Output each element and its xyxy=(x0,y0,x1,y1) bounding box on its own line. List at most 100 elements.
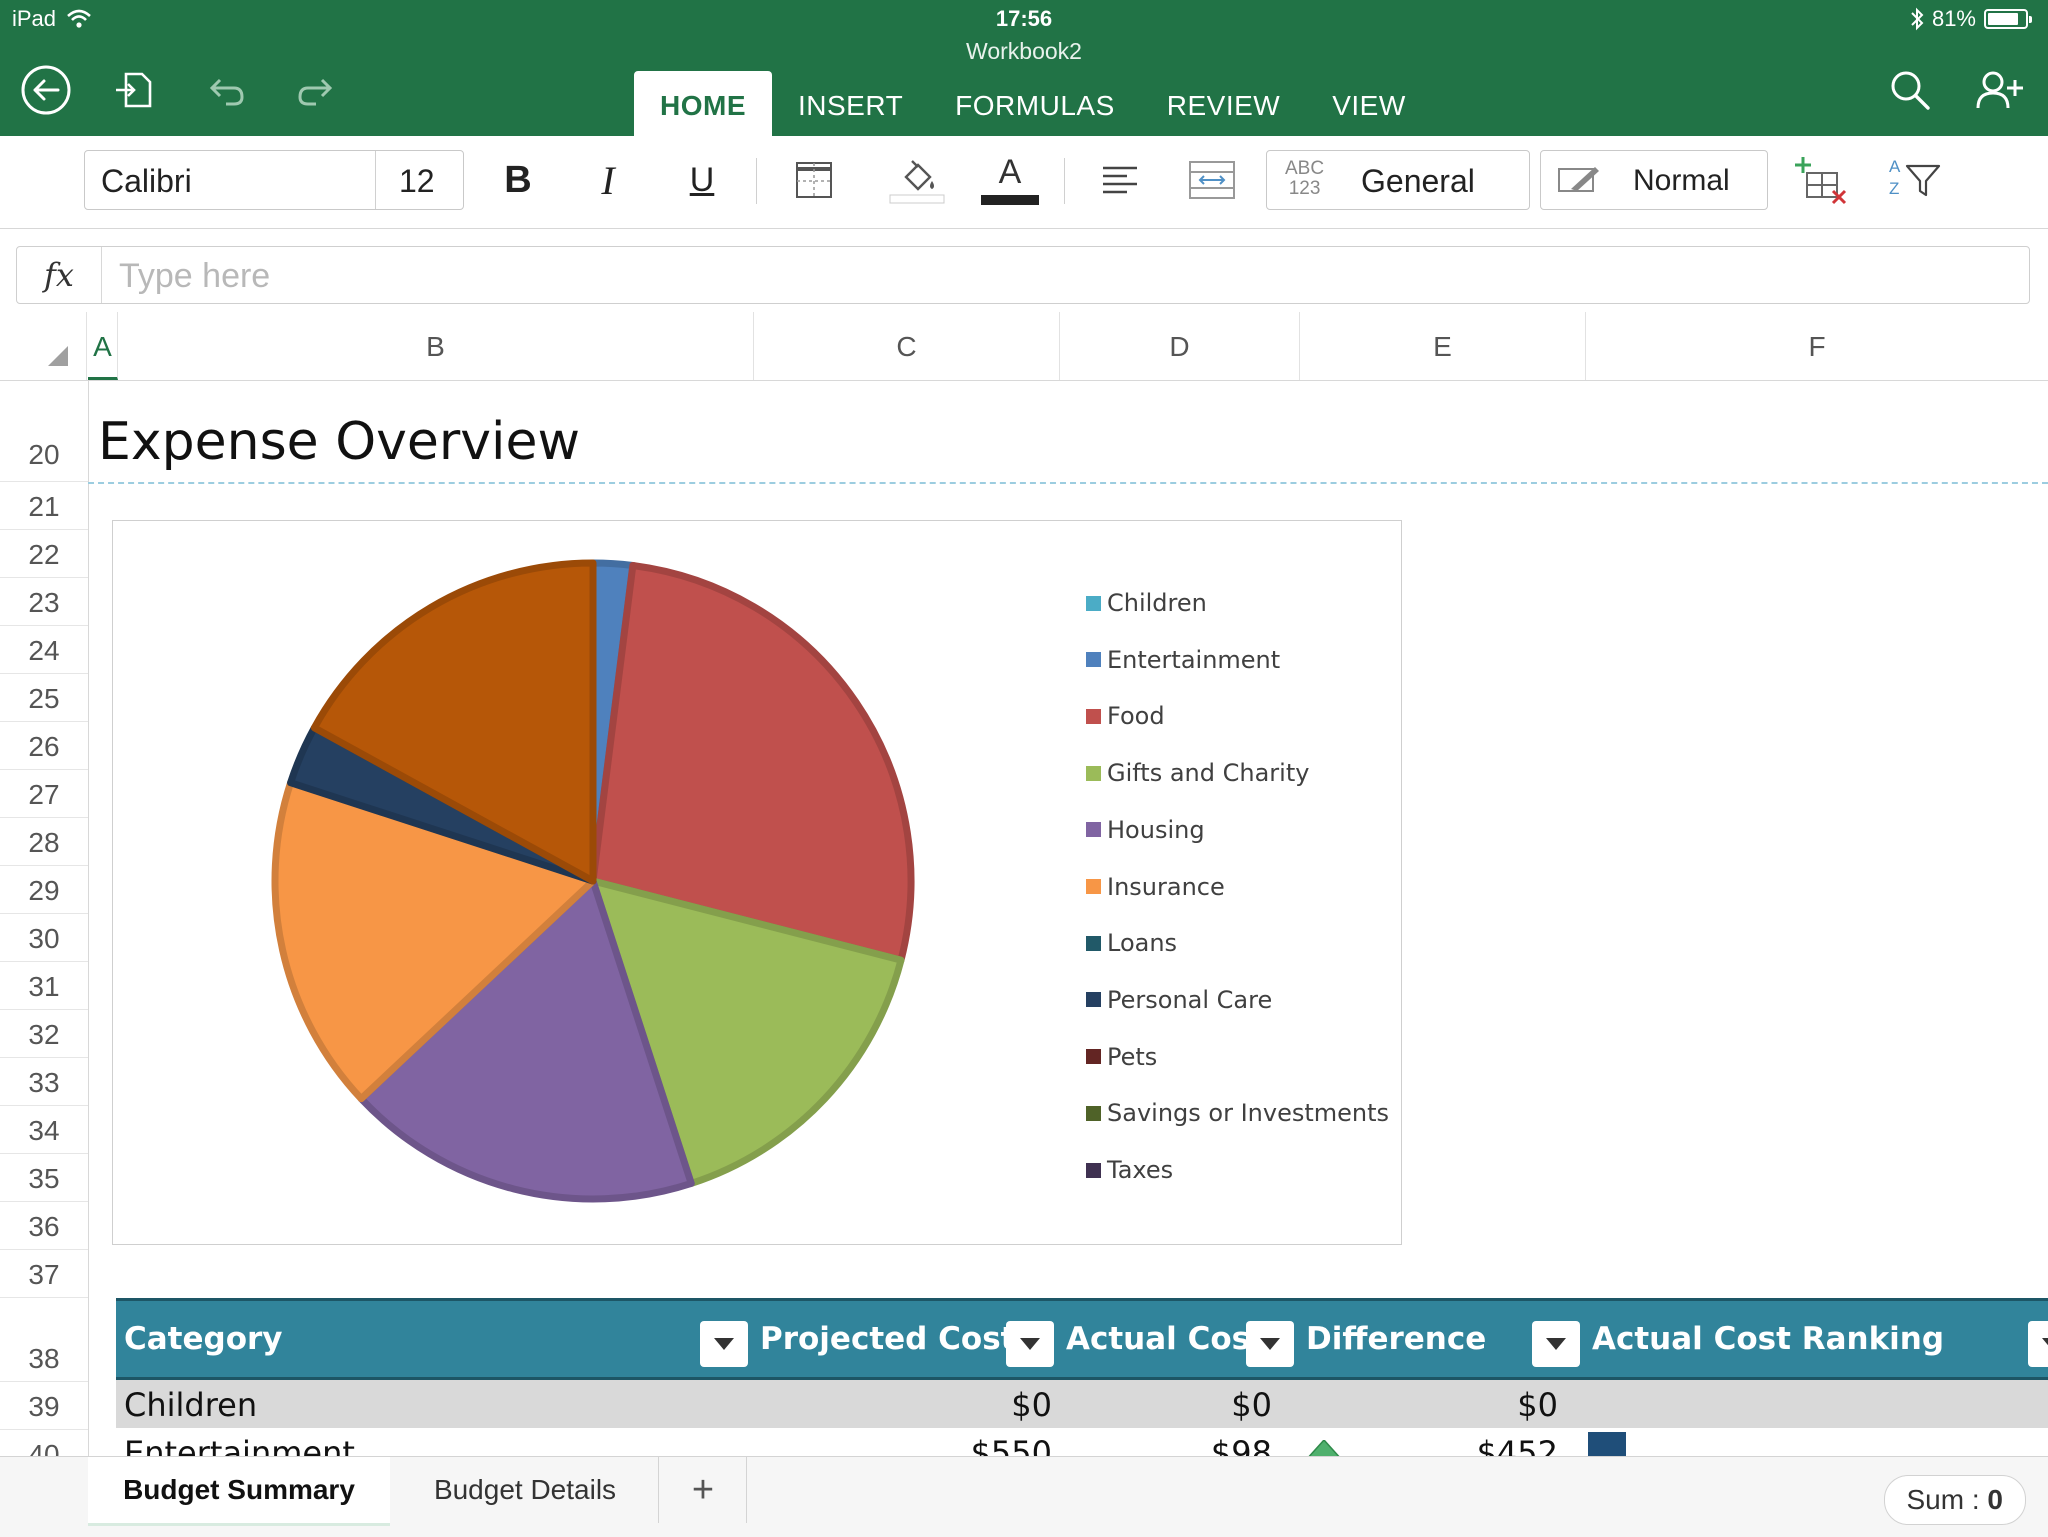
font-picker[interactable]: Calibri 12 xyxy=(84,150,464,210)
ranking-filter-dropdown[interactable] xyxy=(2028,1321,2048,1367)
row-header[interactable]: 23 xyxy=(0,578,88,626)
app-header: iPad 17:56 Workbook2 81% HOME INSERT FOR… xyxy=(0,0,2048,136)
tab-insert[interactable]: INSERT xyxy=(772,71,929,136)
legend-label: Food xyxy=(1107,702,1165,731)
legend-label: Housing xyxy=(1107,815,1205,844)
fill-color-button[interactable] xyxy=(885,150,949,210)
insert-delete-cells-icon xyxy=(1795,157,1847,205)
header-actual-cost-ranking: Actual Cost Ranking xyxy=(1592,1321,1945,1357)
number-format-picker[interactable]: ABC 123 General xyxy=(1266,150,1530,210)
redo-button[interactable] xyxy=(288,62,344,118)
row-headers: 20 21 22 23 24 25 26 27 28 29 30 31 32 3… xyxy=(0,380,89,1478)
column-header-d[interactable]: D xyxy=(1060,312,1300,380)
column-headers: A B C D E F xyxy=(0,312,2048,381)
legend-swatch xyxy=(1086,708,1101,724)
legend-label: Loans xyxy=(1107,929,1178,958)
tab-view[interactable]: VIEW xyxy=(1306,71,1432,136)
row-header[interactable]: 27 xyxy=(0,770,88,818)
row-header[interactable]: 20 xyxy=(0,380,88,482)
table-row[interactable]: Children $0 $0 $0 xyxy=(116,1380,2048,1428)
tab-formulas[interactable]: FORMULAS xyxy=(929,71,1141,136)
sheet-title[interactable]: Expense Overview xyxy=(98,412,580,472)
align-button[interactable] xyxy=(1088,150,1152,210)
number-format-value: General xyxy=(1361,163,1475,199)
row-header[interactable]: 22 xyxy=(0,530,88,578)
legend-item: Insurance xyxy=(1086,867,1225,907)
insert-delete-button[interactable] xyxy=(1790,150,1854,210)
row-header[interactable]: 29 xyxy=(0,866,88,914)
align-left-icon xyxy=(1103,166,1137,194)
font-color-swatch xyxy=(981,195,1039,205)
row-header[interactable]: 36 xyxy=(0,1202,88,1250)
legend-label: Personal Care xyxy=(1107,985,1273,1014)
cell-style-picker[interactable]: Normal xyxy=(1540,150,1768,210)
header-difference: Difference xyxy=(1306,1321,1487,1357)
table-row[interactable]: Entertainment $550 $98 $452 xyxy=(116,1428,2048,1456)
legend-swatch xyxy=(1086,822,1101,838)
merge-button[interactable] xyxy=(1180,150,1244,210)
row-header[interactable]: 24 xyxy=(0,626,88,674)
font-color-button[interactable]: A xyxy=(978,150,1042,210)
back-button[interactable] xyxy=(18,62,74,118)
difference-filter-dropdown[interactable] xyxy=(1532,1321,1580,1367)
legend-label: Gifts and Charity xyxy=(1107,759,1310,788)
projected-cost-cell: $0 xyxy=(1011,1386,1052,1424)
tab-review[interactable]: REVIEW xyxy=(1141,71,1306,136)
sum-value: 0 xyxy=(1987,1484,2003,1515)
italic-button[interactable]: I xyxy=(576,150,640,210)
legend-label: Children xyxy=(1107,589,1207,617)
legend-item: Personal Care xyxy=(1086,980,1272,1020)
function-icon[interactable]: fx xyxy=(17,247,102,303)
column-header-f[interactable]: F xyxy=(1586,312,2048,380)
file-menu-button[interactable] xyxy=(106,62,162,118)
row-header[interactable]: 37 xyxy=(0,1250,88,1298)
column-header-e[interactable]: E xyxy=(1300,312,1586,380)
underline-button[interactable]: U xyxy=(670,150,734,210)
row-header[interactable]: 21 xyxy=(0,482,88,530)
row-header[interactable]: 26 xyxy=(0,722,88,770)
select-all-corner[interactable] xyxy=(0,312,87,380)
legend-swatch xyxy=(1086,595,1101,611)
font-size[interactable]: 12 xyxy=(399,163,435,200)
sort-filter-button[interactable]: A Z xyxy=(1882,150,1946,210)
formula-input[interactable] xyxy=(117,253,2001,299)
status-time: 17:56 xyxy=(995,6,1053,31)
undo-button[interactable] xyxy=(198,62,254,118)
row-header[interactable]: 28 xyxy=(0,818,88,866)
column-header-c[interactable]: C xyxy=(754,312,1060,380)
column-header-b[interactable]: B xyxy=(118,312,754,380)
legend-label: Taxes xyxy=(1107,1156,1174,1184)
row-header[interactable]: 35 xyxy=(0,1154,88,1202)
row-header[interactable]: 25 xyxy=(0,674,88,722)
projected-cost-filter-dropdown[interactable] xyxy=(1006,1321,1054,1367)
column-header-a[interactable]: A xyxy=(88,312,118,380)
legend-item: Gifts and Charity xyxy=(1086,753,1309,793)
search-button[interactable] xyxy=(1882,62,1938,118)
share-button[interactable] xyxy=(1972,62,2028,118)
legend-swatch xyxy=(1086,879,1101,894)
borders-button[interactable] xyxy=(782,150,846,210)
actual-cost-filter-dropdown[interactable] xyxy=(1246,1321,1294,1367)
add-sheet-button[interactable]: + xyxy=(660,1457,747,1523)
tab-home[interactable]: HOME xyxy=(634,71,772,136)
bold-button[interactable]: B xyxy=(486,150,550,210)
redo-icon xyxy=(298,78,333,106)
row-header[interactable]: 32 xyxy=(0,1010,88,1058)
ribbon-divider xyxy=(1064,158,1065,204)
undo-icon xyxy=(209,78,244,106)
row-header[interactable]: 39 xyxy=(0,1382,88,1430)
row-header[interactable]: 34 xyxy=(0,1106,88,1154)
category-filter-dropdown[interactable] xyxy=(700,1321,748,1367)
row-header[interactable]: 38 xyxy=(0,1298,88,1382)
row-header[interactable]: 33 xyxy=(0,1058,88,1106)
legend-swatch xyxy=(1086,1162,1101,1178)
row-header[interactable]: 31 xyxy=(0,962,88,1010)
document-title: Workbook2 xyxy=(966,38,1082,64)
legend-item: Children xyxy=(1086,583,1207,623)
sheet-tab-budget-summary[interactable]: Budget Summary xyxy=(88,1457,390,1526)
status-sum[interactable]: Sum : 0 xyxy=(1883,1475,2026,1525)
legend-label: Savings or Investments xyxy=(1107,1099,1390,1128)
row-header[interactable]: 30 xyxy=(0,914,88,962)
legend-swatch xyxy=(1086,935,1101,951)
sheet-tab-budget-details[interactable]: Budget Details xyxy=(392,1457,659,1523)
